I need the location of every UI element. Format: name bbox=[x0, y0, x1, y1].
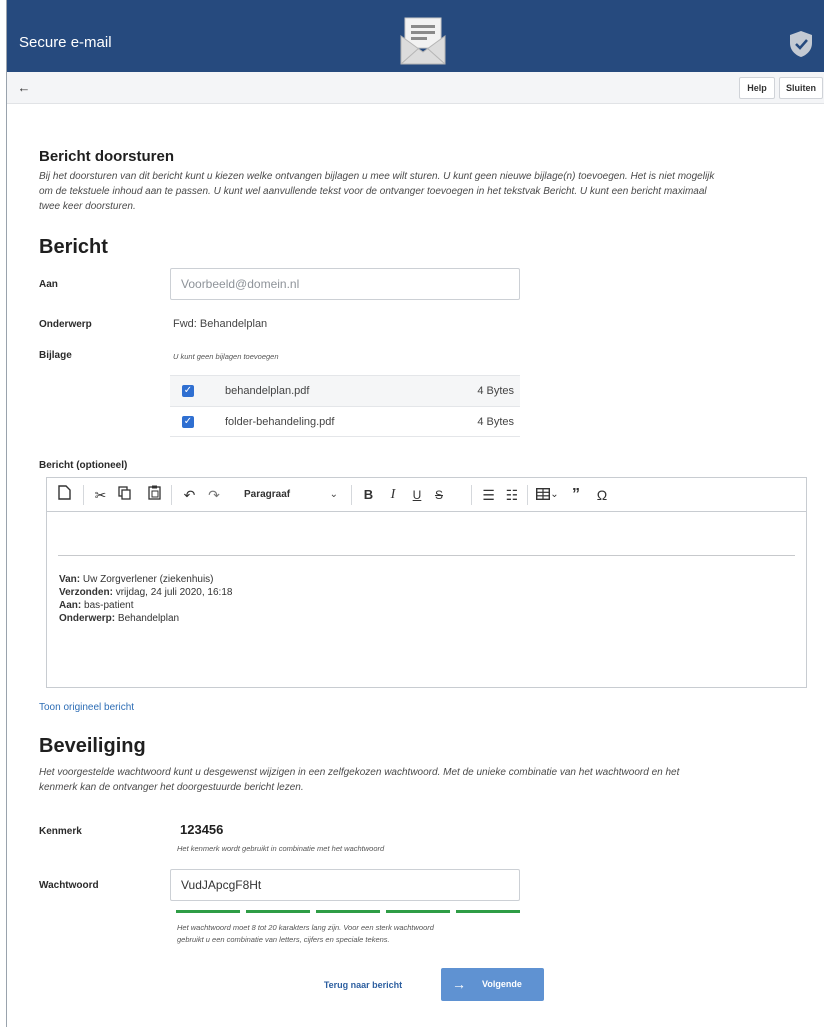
password-strength-segment bbox=[456, 910, 520, 913]
copy-icon[interactable] bbox=[115, 485, 133, 505]
app-title: Secure e-mail bbox=[19, 34, 112, 51]
app-window: Secure e-mail ← Help Sluiten Bericht doo… bbox=[6, 0, 824, 1027]
new-document-icon[interactable] bbox=[55, 485, 73, 505]
app-header: Secure e-mail bbox=[7, 0, 824, 72]
password-hint-line-2: gebruikt u een combinatie van letters, c… bbox=[177, 935, 390, 944]
password-label: Wachtwoord bbox=[39, 880, 99, 891]
security-intro-line-2: kenmerk kan de ontvanger het doorgestuur… bbox=[39, 782, 304, 793]
security-intro-line-1: Het voorgestelde wachtwoord kunt u desge… bbox=[39, 767, 680, 778]
attachment-checkbox[interactable]: ✓ bbox=[182, 416, 194, 428]
to-input[interactable]: Voorbeeld@domein.nl bbox=[170, 268, 520, 300]
back-to-message-button[interactable]: Terug naar bericht bbox=[311, 970, 415, 1000]
format-select-value: Paragraaf bbox=[244, 489, 291, 500]
next-button-label: Volgende bbox=[482, 979, 522, 989]
bold-icon[interactable]: B bbox=[351, 485, 377, 505]
blockquote-icon[interactable]: ” bbox=[567, 485, 585, 505]
password-strength-segment bbox=[316, 910, 380, 913]
reference-note: Het kenmerk wordt gebruikt in combinatie… bbox=[177, 844, 385, 853]
password-hint-line-1: Het wachtwoord moet 8 tot 20 karakters l… bbox=[177, 923, 434, 932]
arrow-right-icon: → bbox=[452, 976, 466, 992]
attachment-checkbox[interactable]: ✓ bbox=[182, 385, 194, 397]
shield-icon bbox=[790, 31, 812, 57]
meta-from: Van: Uw Zorgverlener (ziekenhuis) bbox=[59, 574, 214, 585]
attachment-name: behandelplan.pdf bbox=[225, 385, 310, 397]
chevron-down-icon: ⌄ bbox=[329, 489, 338, 500]
numbered-list-icon[interactable]: ☷ bbox=[503, 485, 521, 505]
forward-intro-line-3: twee keer doorsturen. bbox=[39, 201, 136, 212]
toolbar: ← Help Sluiten bbox=[7, 72, 824, 104]
attachment-size: 4 Bytes bbox=[477, 416, 514, 428]
attachment-size: 4 Bytes bbox=[477, 385, 514, 397]
password-strength-segment bbox=[386, 910, 450, 913]
envelope-icon bbox=[400, 17, 446, 65]
meta-sent: Verzonden: vrijdag, 24 juli 2020, 16:18 bbox=[59, 587, 233, 598]
security-title: Beveiliging bbox=[39, 735, 146, 757]
forward-title: Bericht doorsturen bbox=[39, 148, 175, 165]
password-strength-segment bbox=[246, 910, 310, 913]
reference-value: 123456 bbox=[180, 822, 224, 837]
undo-icon[interactable]: ↶ bbox=[171, 485, 199, 505]
underline-icon[interactable]: U bbox=[409, 485, 425, 505]
show-original-link[interactable]: Toon origineel bericht bbox=[39, 702, 134, 713]
rich-text-editor[interactable]: ✂ ↶ ↷ Paragraaf ⌄ B I U S ☰ ☷ ⌄ ” Ω Van:… bbox=[46, 477, 807, 688]
attachment-row: ✓ behandelplan.pdf 4 Bytes bbox=[170, 375, 520, 406]
reference-label: Kenmerk bbox=[39, 826, 82, 837]
forward-intro-line-2: om de tekstuele inhoud aan te passen. U … bbox=[39, 186, 707, 197]
forward-intro-line-1: Bij het doorsturen van dit bericht kunt … bbox=[39, 171, 715, 182]
attachment-note: U kunt geen bijlagen toevoegen bbox=[173, 352, 279, 361]
editor-separator bbox=[58, 555, 795, 556]
help-button[interactable]: Help bbox=[739, 77, 775, 99]
attachment-name: folder-behandeling.pdf bbox=[225, 416, 335, 428]
paste-icon[interactable] bbox=[145, 485, 163, 505]
attachment-row: ✓ folder-behandeling.pdf 4 Bytes bbox=[170, 406, 520, 437]
cut-icon[interactable]: ✂ bbox=[83, 485, 109, 505]
table-icon[interactable]: ⌄ bbox=[527, 485, 561, 505]
meta-to: Aan: bas-patient bbox=[59, 600, 134, 611]
message-title: Bericht bbox=[39, 236, 108, 258]
subject-label: Onderwerp bbox=[39, 319, 92, 330]
subject-value: Fwd: Behandelplan bbox=[173, 318, 268, 330]
meta-subject: Onderwerp: Behandelplan bbox=[59, 613, 180, 624]
to-label: Aan bbox=[39, 279, 58, 290]
password-input[interactable]: VudJApcgF8Ht bbox=[170, 869, 520, 901]
format-select[interactable]: Paragraaf ⌄ bbox=[242, 485, 344, 505]
close-button[interactable]: Sluiten bbox=[779, 77, 823, 99]
redo-icon[interactable]: ↷ bbox=[205, 485, 223, 505]
italic-icon[interactable]: I bbox=[385, 485, 401, 505]
back-arrow-icon[interactable]: ← bbox=[13, 78, 35, 98]
next-button[interactable]: → Volgende bbox=[441, 968, 544, 1001]
attachment-label: Bijlage bbox=[39, 350, 72, 361]
bulleted-list-icon[interactable]: ☰ bbox=[471, 485, 497, 505]
strikethrough-icon[interactable]: S bbox=[431, 485, 447, 505]
special-character-icon[interactable]: Ω bbox=[593, 485, 611, 505]
password-strength-segment bbox=[176, 910, 240, 913]
message-optional-label: Bericht (optioneel) bbox=[39, 460, 128, 471]
editor-toolbar: ✂ ↶ ↷ Paragraaf ⌄ B I U S ☰ ☷ ⌄ ” Ω bbox=[47, 478, 806, 512]
